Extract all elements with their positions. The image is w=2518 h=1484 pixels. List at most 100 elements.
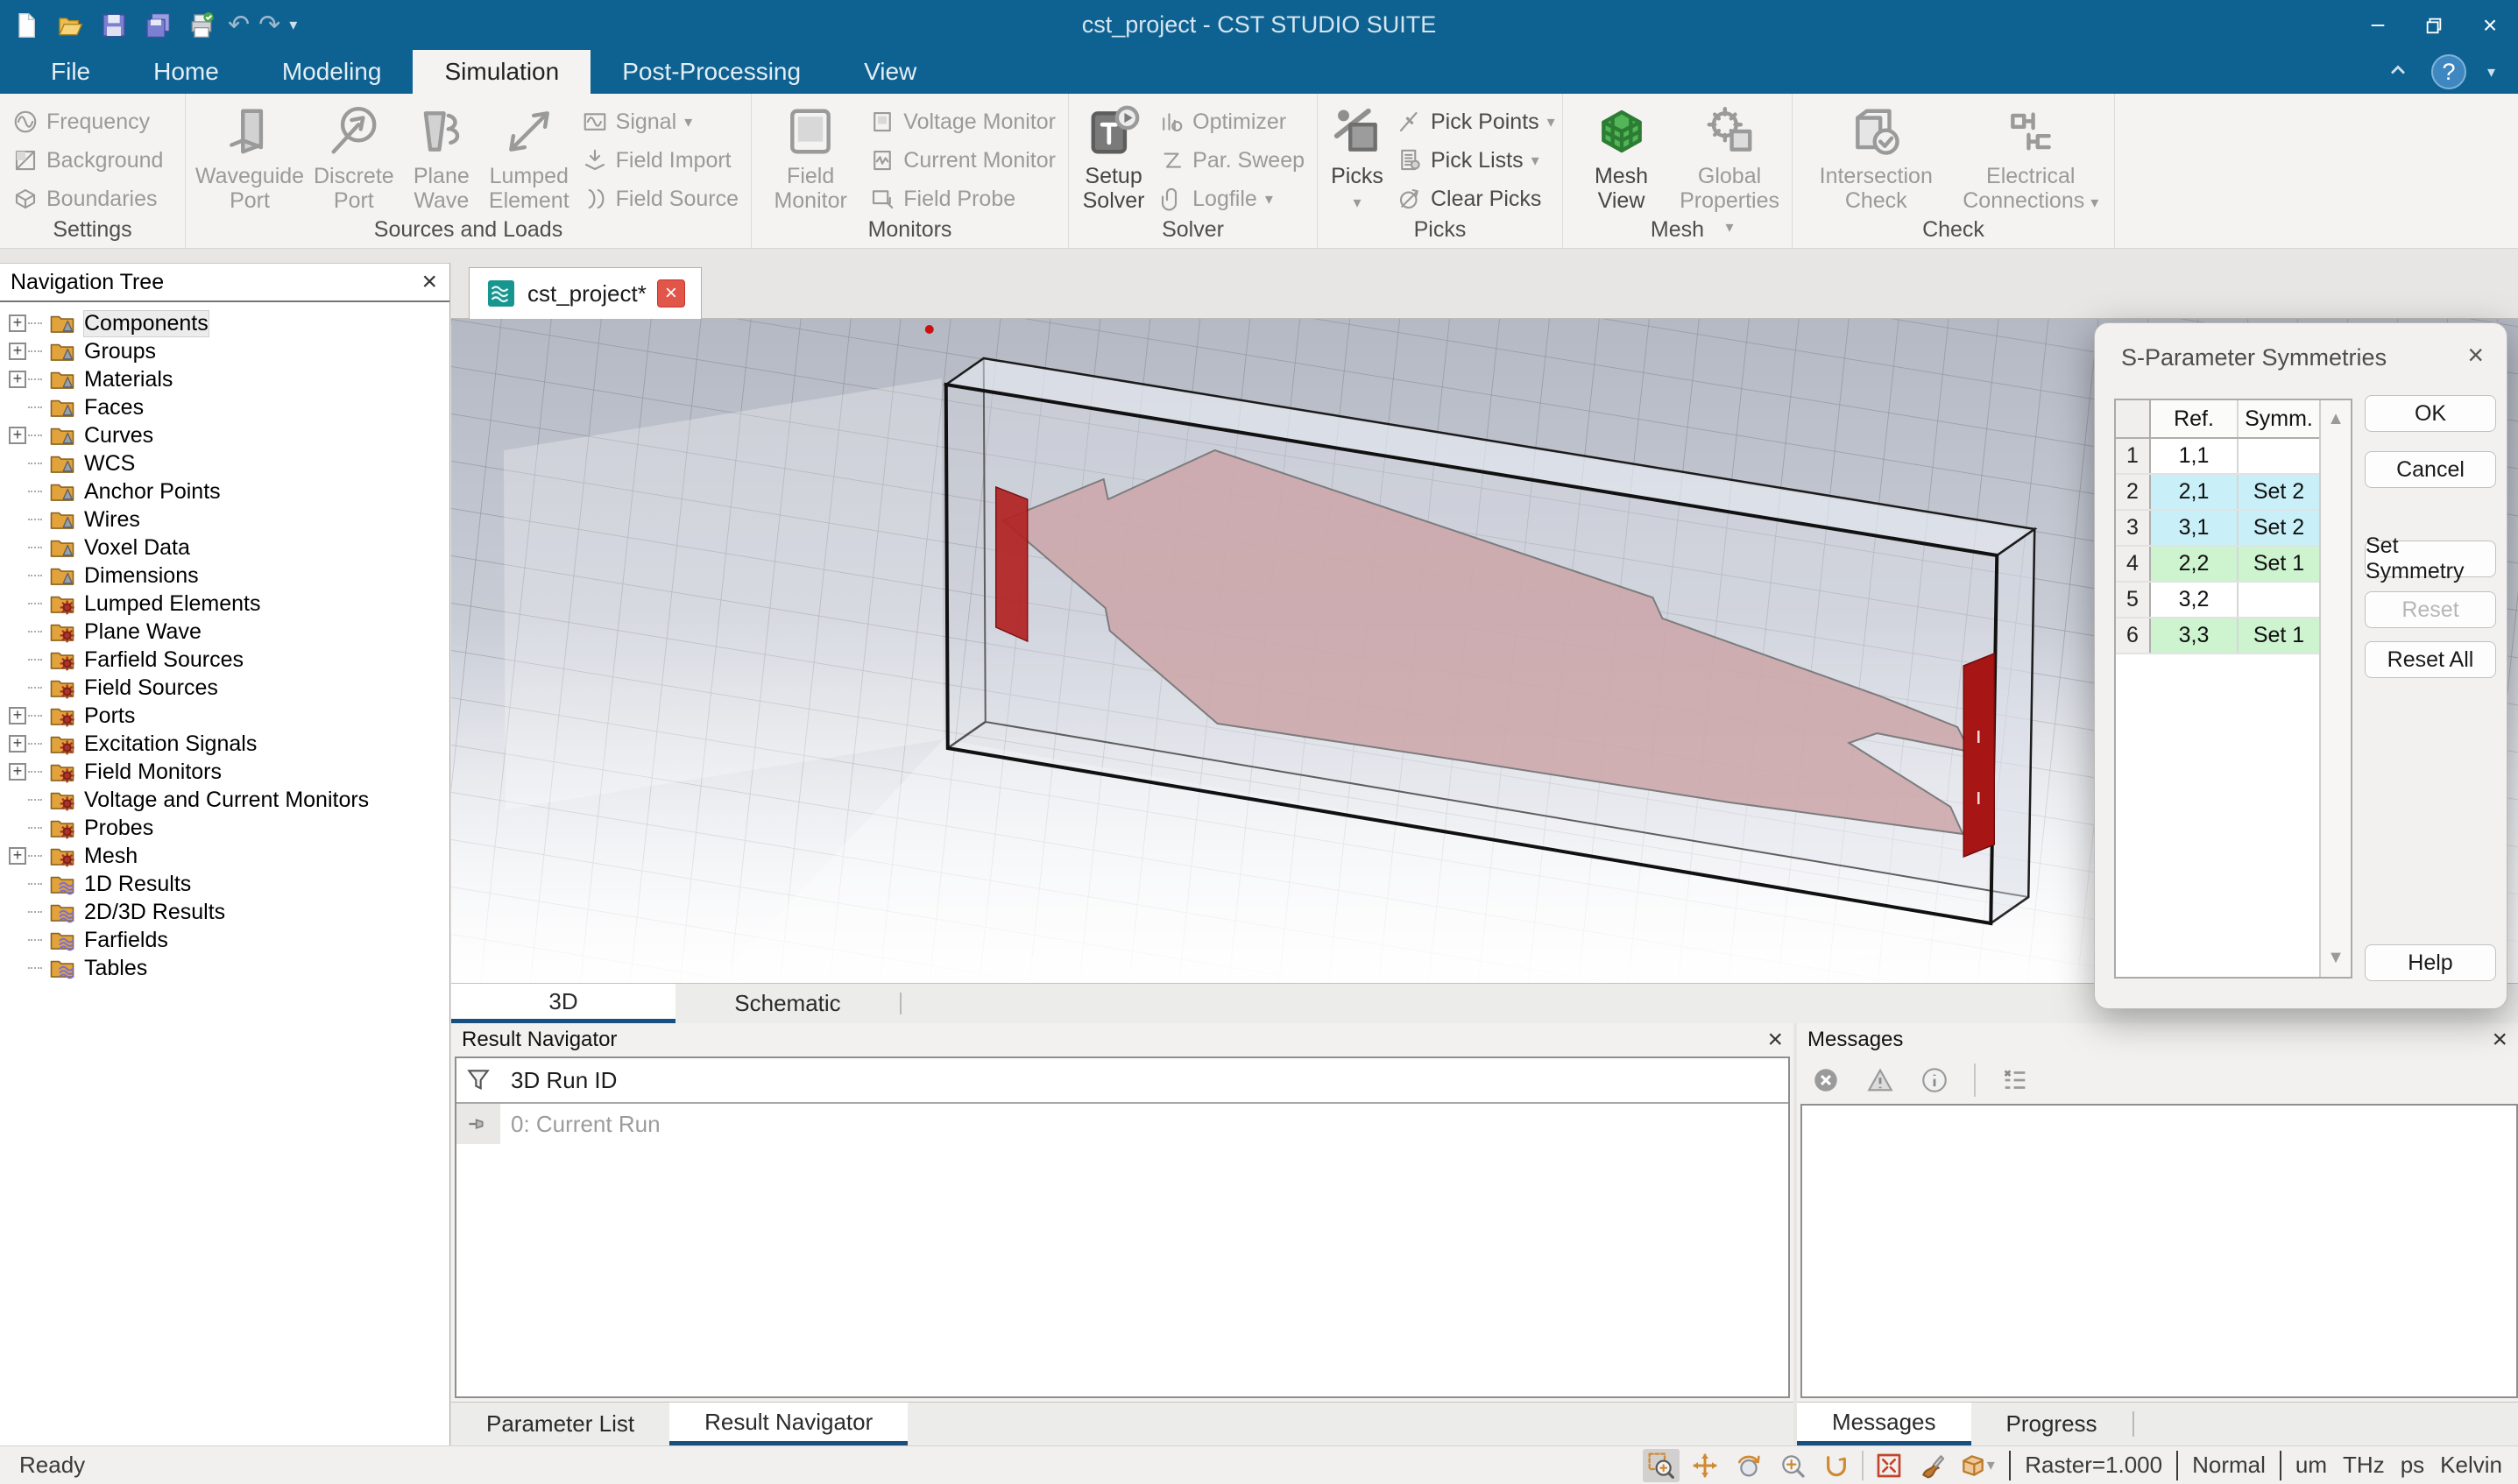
ribbon-field-import-button[interactable]: Field Import [582,143,739,178]
tree-item-faces[interactable]: Faces [0,393,449,421]
info-filter-icon[interactable] [1920,1065,1949,1095]
cancel-button[interactable]: Cancel [2365,451,2496,488]
tree-item-voxel-data[interactable]: Voxel Data [0,534,449,562]
symmetry-table-row-4[interactable]: 4 2,2 Set 1 [2116,547,2319,583]
tab-home[interactable]: Home [122,50,251,94]
ribbon-plane-wave-button[interactable]: Plane Wave [407,102,477,213]
close-icon[interactable]: × [421,269,437,295]
tree-item-lumped-elements[interactable]: Lumped Elements [0,590,449,618]
ribbon-logfile-button[interactable]: Logfile ▾ [1158,181,1305,216]
tree-item-mesh[interactable]: + Mesh [0,842,449,870]
qat-customize-icon[interactable]: ▾ [289,16,297,34]
pin-icon[interactable] [466,1112,491,1136]
rotate-tool[interactable] [1730,1449,1767,1482]
symmetry-table-row-5[interactable]: 5 3,2 [2116,583,2319,618]
help-dropdown-icon[interactable]: ▾ [2487,63,2495,81]
filter-icon[interactable] [464,1066,492,1094]
zoom-select-tool[interactable] [1643,1448,1680,1482]
tree-item-wires[interactable]: Wires [0,505,449,534]
scroll-up-icon[interactable]: ▲ [2327,409,2345,429]
ribbon-waveguide-port-button[interactable]: Waveguide Port [195,102,304,213]
expand-icon[interactable]: + [9,707,26,724]
tab-progress[interactable]: Progress [1971,1403,2133,1445]
help-icon[interactable]: ? [2430,54,2466,89]
ribbon-mesh-view-button[interactable]: Mesh View [1575,102,1667,213]
tab-messages[interactable]: Messages [1797,1403,1971,1445]
expand-icon[interactable]: + [9,847,26,865]
run-item-row[interactable]: 0: Current Run [456,1104,1788,1144]
ribbon-setup-solver-button[interactable]: Setup Solver [1081,102,1146,213]
expand-icon[interactable]: + [9,371,26,388]
warnings-filter-icon[interactable] [1865,1065,1895,1095]
ribbon-field-monitor-button[interactable]: Field Monitor [764,102,857,213]
ribbon-frequency-button[interactable]: Frequency [12,104,163,139]
tree-item-tables[interactable]: Tables [0,954,449,982]
expand-icon[interactable]: + [9,763,26,781]
tree-item-wcs[interactable]: WCS [0,449,449,477]
expand-icon[interactable]: + [9,343,26,360]
tree-item-farfield-sources[interactable]: Farfield Sources [0,646,449,674]
tree-item-dimensions[interactable]: Dimensions [0,562,449,590]
document-close-icon[interactable]: × [656,279,685,307]
dialog-close-icon[interactable]: × [2467,339,2484,371]
tree-item-anchor-points[interactable]: Anchor Points [0,477,449,505]
tab-result-navigator[interactable]: Result Navigator [669,1403,909,1445]
clear-list-icon[interactable] [2000,1065,2030,1095]
restore-button[interactable] [2406,0,2462,50]
tab-schematic[interactable]: Schematic [675,984,900,1023]
ribbon-intersection-check-button[interactable]: Intersection Check [1805,102,1948,213]
ribbon-electrical-connections-button[interactable]: Electrical Connections ▾ [1960,102,2103,215]
collapse-ribbon-icon[interactable] [2386,58,2410,87]
ribbon-voltage-monitor-button[interactable]: Voltage Monitor [869,104,1056,139]
ribbon-current-monitor-button[interactable]: Current Monitor [869,143,1056,178]
status-units[interactable]: um THz ps Kelvin [2295,1452,2502,1479]
save-all-icon[interactable] [140,8,175,43]
reset-button[interactable]: Reset [2365,591,2496,628]
ribbon-clear-picks-button[interactable]: Clear Picks [1397,181,1555,216]
run-id-header-row[interactable]: 3D Run ID [456,1058,1788,1104]
ribbon-field-probe-button[interactable]: Field Probe [869,181,1056,216]
scroll-down-icon[interactable]: ▼ [2327,948,2345,968]
ribbon-pick-points-button[interactable]: Pick Points ▾ [1397,104,1555,139]
expand-icon[interactable]: + [9,427,26,444]
tab-file[interactable]: File [19,50,122,94]
ribbon-lumped-element-button[interactable]: Lumped Element [489,102,569,213]
symmetry-table-row-3[interactable]: 3 3,1 Set 2 [2116,511,2319,547]
undo-icon[interactable]: ↶ [228,10,250,40]
ribbon-par-sweep-button[interactable]: Par. Sweep [1158,143,1305,178]
pan-tool[interactable] [1687,1449,1723,1482]
tree-item-voltage-and-current-monitors[interactable]: Voltage and Current Monitors [0,786,449,814]
open-file-icon[interactable] [53,8,88,43]
tree-item-1d-results[interactable]: 1D Results [0,870,449,898]
set-symmetry-button[interactable]: Set Symmetry [2365,534,2496,583]
redo-icon[interactable]: ↷ [258,10,280,40]
new-file-icon[interactable] [9,8,44,43]
symmetry-table-row-1[interactable]: 1 1,1 [2116,439,2319,475]
tree-item-field-sources[interactable]: Field Sources [0,674,449,702]
paint-tool[interactable] [1914,1449,1951,1482]
tree-item-excitation-signals[interactable]: + Excitation Signals [0,730,449,758]
symmetry-table-row-6[interactable]: 6 3,3 Set 1 [2116,618,2319,654]
tree-item-probes[interactable]: Probes [0,814,449,842]
status-raster[interactable]: Raster=1.000 [2025,1452,2162,1479]
table-scrollbar[interactable]: ▲ ▼ [2319,400,2351,977]
tree-item-materials[interactable]: + Materials [0,365,449,393]
errors-filter-icon[interactable] [1811,1065,1841,1095]
save-icon[interactable] [96,8,131,43]
ribbon-field-source-button[interactable]: Field Source [582,181,739,216]
tree-item-2d-3d-results[interactable]: 2D/3D Results [0,898,449,926]
bbox-tool[interactable]: ▾ [1958,1449,1995,1482]
minimize-button[interactable] [2350,0,2406,50]
ribbon-optimizer-button[interactable]: Optimizer [1158,104,1305,139]
status-render-mode[interactable]: Normal [2192,1452,2266,1479]
close-icon[interactable]: × [2492,1027,2507,1053]
help-button[interactable]: Help [2365,944,2496,981]
tree-item-farfields[interactable]: Farfields [0,926,449,954]
ribbon-boundaries-button[interactable]: Boundaries [12,181,163,216]
expand-icon[interactable]: + [9,735,26,753]
spin-tool[interactable] [1818,1449,1855,1482]
print-icon[interactable] [184,8,219,43]
ribbon-pick-lists-button[interactable]: Pick Lists ▾ [1397,143,1555,178]
fit-tool[interactable] [1871,1449,1907,1482]
expand-icon[interactable]: + [9,314,26,332]
